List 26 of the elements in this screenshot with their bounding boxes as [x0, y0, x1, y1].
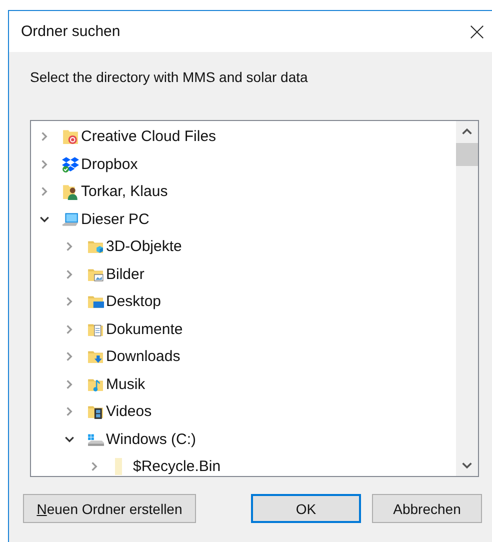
tree-item[interactable]: $Recycle.Bin: [133, 458, 221, 476]
chevron-icon[interactable]: [39, 214, 50, 225]
tree-item[interactable]: Dropbox: [81, 156, 138, 173]
window-title: Ordner suchen: [21, 23, 120, 40]
scrollbar-thumb[interactable]: [456, 143, 478, 166]
scrollbar[interactable]: [456, 121, 478, 476]
instruction-text: Select the directory with MMS and solar data: [30, 68, 309, 86]
tree-item[interactable]: Windows (C:): [106, 430, 196, 448]
tree-item[interactable]: Creative Cloud Files: [81, 128, 216, 146]
dialog-button[interactable]: OK: [251, 494, 361, 523]
tree-item[interactable]: Dokumente: [106, 320, 183, 338]
dialog-button[interactable]: Abbrechen: [372, 494, 482, 523]
tree-item[interactable]: Musik: [106, 376, 146, 393]
computer-icon: [62, 210, 79, 228]
close-icon[interactable]: [470, 24, 484, 38]
tree-item[interactable]: Bilder: [106, 266, 144, 283]
tree-item[interactable]: 3D-Objekte: [106, 238, 182, 256]
tree-item[interactable]: Desktop: [106, 293, 162, 310]
tree-item[interactable]: Dieser PC: [81, 210, 150, 228]
tree-item[interactable]: Torkar, Klaus: [81, 183, 168, 200]
tree-item[interactable]: Videos: [106, 403, 152, 420]
dialog-button[interactable]: Neuen Ordner erstellen: [23, 494, 196, 523]
tree-item[interactable]: Downloads: [106, 348, 180, 366]
dropbox-icon: [62, 156, 79, 173]
user-folder-icon: [62, 183, 79, 200]
chevron-icon[interactable]: [64, 434, 75, 445]
